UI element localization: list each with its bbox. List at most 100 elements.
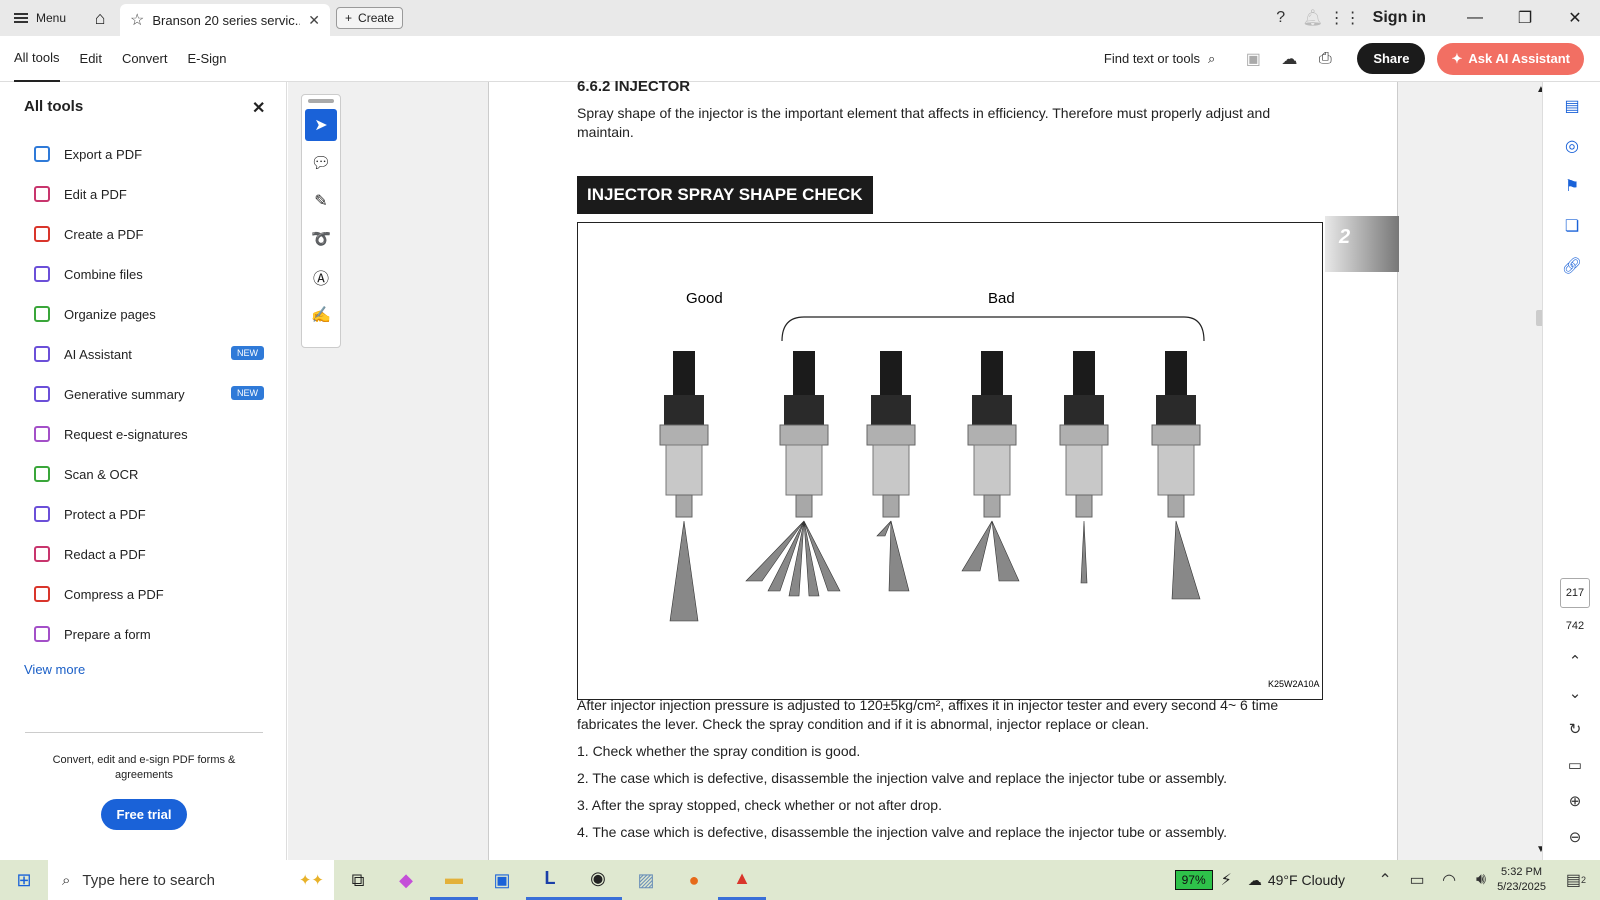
zoom-in-icon[interactable]: ⊕ xyxy=(1560,792,1590,810)
tab-convert[interactable]: Convert xyxy=(122,36,182,82)
tool-organize-pages[interactable]: Organize pages xyxy=(34,294,264,334)
hamburger-icon xyxy=(14,13,28,23)
tab-edit[interactable]: Edit xyxy=(80,36,116,82)
page-down-icon[interactable]: ⌄ xyxy=(1560,684,1590,702)
ask-ai-label: Ask AI Assistant xyxy=(1468,51,1570,66)
battery-indicator[interactable]: 97% xyxy=(1174,870,1213,890)
spray-plume xyxy=(876,520,892,537)
tool-compress-pdf[interactable]: Compress a PDF xyxy=(34,574,264,614)
find-tools-button[interactable]: Find text or tools ⌕ xyxy=(1104,51,1215,67)
tool-combine-files[interactable]: Combine files xyxy=(34,254,264,294)
tool-scan-ocr[interactable]: Scan & OCR xyxy=(34,454,264,494)
tab-all-tools[interactable]: All tools xyxy=(14,36,60,82)
tool-ai-assistant[interactable]: AI Assistant NEW xyxy=(34,334,264,374)
menu-button[interactable]: Menu xyxy=(0,0,80,36)
comments-icon[interactable]: ◎ xyxy=(1543,126,1600,166)
tool-request-esignatures[interactable]: Request e-signatures xyxy=(34,414,264,454)
sparkle-icon: ✦✦ xyxy=(298,872,324,889)
star-icon[interactable]: ☆ xyxy=(130,10,144,30)
tool-export-pdf[interactable]: Export a PDF xyxy=(34,134,264,174)
save-icon[interactable]: ▣ xyxy=(1237,49,1269,69)
free-trial-button[interactable]: Free trial xyxy=(100,799,188,830)
prepare-form-icon xyxy=(34,626,50,642)
home-icon[interactable]: ⌂ xyxy=(80,0,120,36)
bookmarks-icon[interactable]: ⚑ xyxy=(1543,166,1600,206)
tool-prepare-form[interactable]: Prepare a form xyxy=(34,614,264,654)
rotate-icon[interactable]: ↻ xyxy=(1560,720,1590,738)
bad-label: Bad xyxy=(988,290,1015,307)
zoom-out-icon[interactable]: ⊖ xyxy=(1560,828,1590,846)
upload-cloud-icon[interactable]: ☁ xyxy=(1273,49,1305,69)
tray-expand-icon[interactable]: ⌃ xyxy=(1369,870,1401,890)
acrobat-icon[interactable]: ▲ xyxy=(718,860,766,900)
minimize-icon[interactable]: — xyxy=(1450,9,1500,27)
copilot-icon[interactable]: ◆ xyxy=(382,860,430,900)
quick-tools-bar: ➤ 💬︎ ✎ ➰ Ⓐ ✍ xyxy=(301,94,341,348)
apps-grid-icon[interactable]: ⋮⋮ xyxy=(1329,8,1361,28)
plus-icon: + xyxy=(345,11,353,25)
share-button[interactable]: Share xyxy=(1357,43,1426,74)
sign-in-button[interactable]: Sign in xyxy=(1373,9,1426,27)
ai-assistant-icon: ✦ xyxy=(1451,50,1463,66)
view-more-link[interactable]: View more xyxy=(24,662,85,677)
network-icon[interactable]: ◠ xyxy=(1433,870,1465,890)
windows-start-icon[interactable]: ⊞ xyxy=(0,870,48,891)
title-bar: Menu ⌂ ☆ Branson 20 series servic... ✕ +… xyxy=(0,0,1600,36)
new-badge: NEW xyxy=(231,386,264,400)
section-banner: INJECTOR SPRAY SHAPE CHECK xyxy=(577,176,873,214)
clock[interactable]: 5:32 PM 5/23/2025 xyxy=(1497,865,1546,895)
injector xyxy=(866,351,916,592)
create-button[interactable]: + Create xyxy=(336,7,404,29)
injector-figure: Good Bad K25W2A10A xyxy=(577,222,1323,700)
highlight-pen-icon[interactable]: ✎ xyxy=(305,185,337,217)
page-fit-icon[interactable]: ▭ xyxy=(1560,756,1590,774)
file-explorer-icon[interactable]: ▬ xyxy=(430,860,478,900)
firefox-icon[interactable]: ● xyxy=(670,860,718,900)
drag-handle[interactable] xyxy=(308,99,334,103)
list-item: 2. The case which is defective, disassem… xyxy=(577,770,1228,786)
injector xyxy=(745,351,841,597)
camera-app-icon[interactable]: ◉ xyxy=(574,860,622,900)
notifications-icon[interactable]: ▤ 2 xyxy=(1560,870,1592,890)
close-panel-icon[interactable]: ✕ xyxy=(252,98,265,118)
figure-code: K25W2A10A xyxy=(1268,679,1320,689)
search-icon: ⌕ xyxy=(1208,50,1216,66)
photos-icon[interactable]: ▨ xyxy=(622,860,670,900)
close-tab-icon[interactable]: ✕ xyxy=(308,12,320,29)
draw-lasso-icon[interactable]: ➰ xyxy=(305,223,337,255)
restore-icon[interactable]: ❐ xyxy=(1500,8,1550,28)
page-up-icon[interactable]: ⌃ xyxy=(1560,652,1590,670)
search-placeholder: Type here to search xyxy=(82,871,215,889)
tool-create-pdf[interactable]: Create a PDF xyxy=(34,214,264,254)
document-tab[interactable]: ☆ Branson 20 series servic... ✕ xyxy=(120,4,331,36)
spray-plume xyxy=(991,520,1020,582)
meet-icon[interactable]: ▭ xyxy=(1401,870,1433,890)
task-view-icon[interactable]: ⧉ xyxy=(334,860,382,900)
comment-icon[interactable]: 💬︎ xyxy=(305,147,337,179)
tool-edit-pdf[interactable]: Edit a PDF xyxy=(34,174,264,214)
bell-icon[interactable]: 🔔︎ xyxy=(1297,8,1329,28)
select-cursor-icon[interactable]: ➤ xyxy=(305,109,337,141)
close-window-icon[interactable]: ✕ xyxy=(1550,8,1600,28)
weather-widget[interactable]: ☁ 49°F Cloudy xyxy=(1248,872,1345,889)
app-l-icon[interactable]: L xyxy=(526,860,574,900)
tool-generative-summary[interactable]: Generative summary NEW xyxy=(34,374,264,414)
print-icon[interactable]: ⎙ xyxy=(1309,50,1341,68)
tool-protect-pdf[interactable]: Protect a PDF xyxy=(34,494,264,534)
scan-ocr-icon xyxy=(34,466,50,482)
ask-ai-button[interactable]: ✦ Ask AI Assistant xyxy=(1437,42,1584,75)
sign-icon[interactable]: ✍ xyxy=(305,299,337,331)
store-icon[interactable]: ▣ xyxy=(478,860,526,900)
tool-label: Redact a PDF xyxy=(64,546,146,562)
attachments-icon[interactable]: 🔗︎ xyxy=(1543,246,1600,286)
current-page-input[interactable]: 217 xyxy=(1560,578,1590,608)
spray-plume xyxy=(888,520,910,592)
pages-icon[interactable]: ❏ xyxy=(1543,206,1600,246)
text-box-icon[interactable]: Ⓐ xyxy=(305,261,337,293)
help-icon[interactable]: ? xyxy=(1265,9,1297,27)
taskbar-search[interactable]: ⌕ Type here to search ✦✦ xyxy=(48,860,334,900)
tab-esign[interactable]: E-Sign xyxy=(187,36,240,82)
ai-panel-icon[interactable]: ▤ xyxy=(1543,86,1600,126)
volume-icon[interactable]: 🔊︎ xyxy=(1465,871,1497,889)
tool-redact-pdf[interactable]: Redact a PDF xyxy=(34,534,264,574)
